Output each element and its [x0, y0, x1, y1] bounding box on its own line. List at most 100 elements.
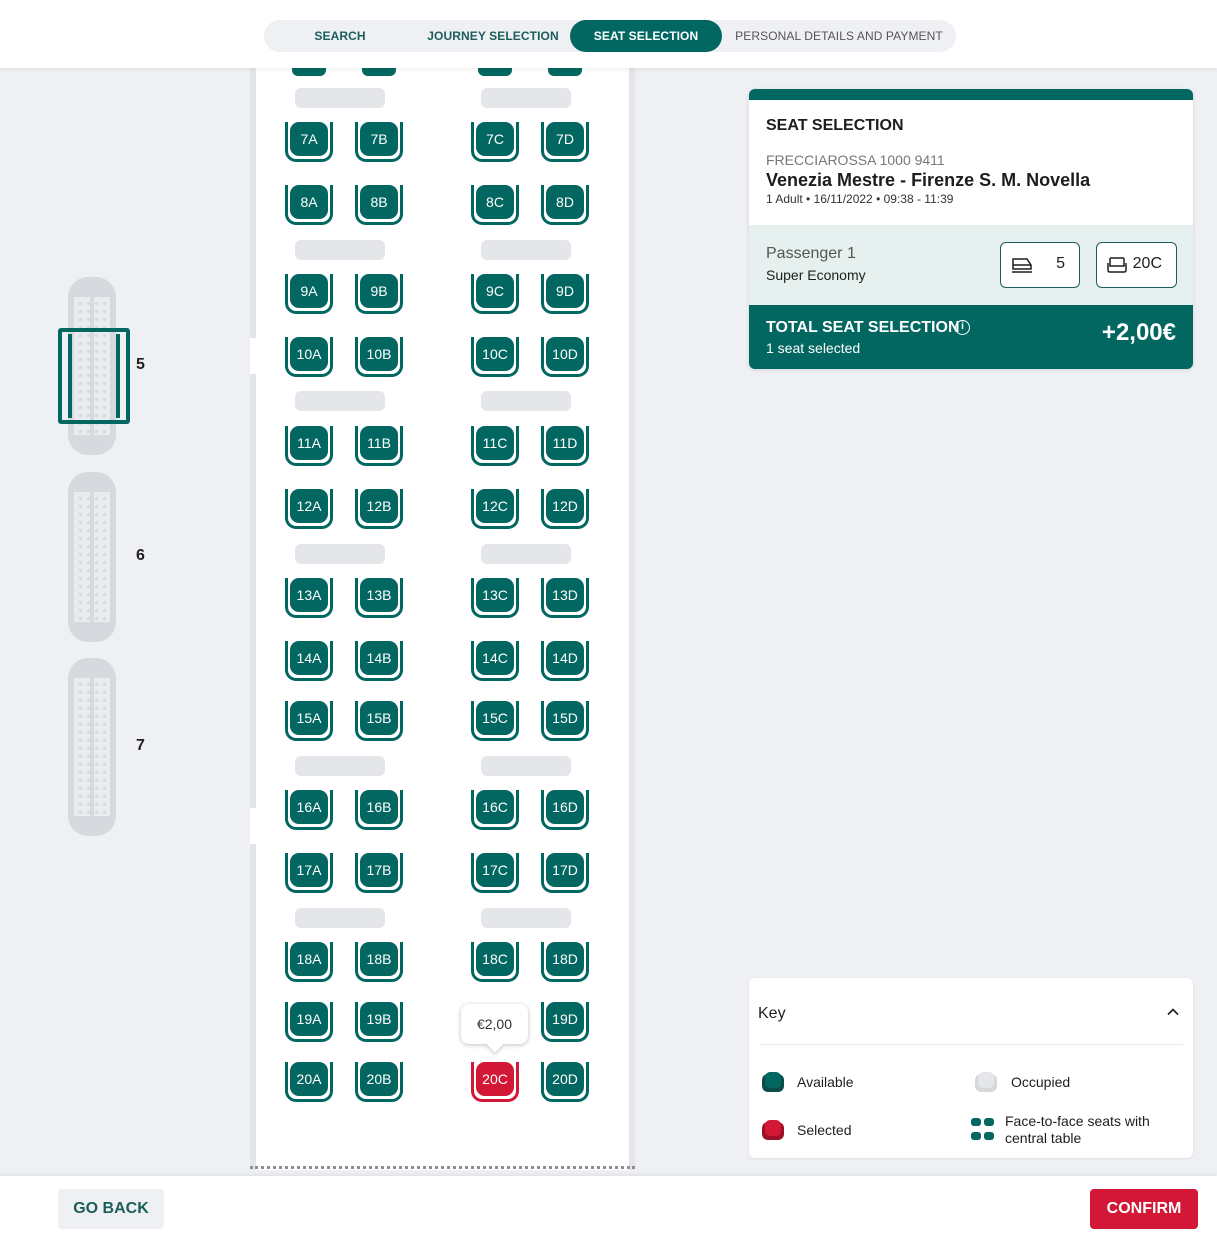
- seat-16c[interactable]: 16C: [471, 790, 519, 834]
- total-subtitle: 1 seat selected: [766, 340, 861, 356]
- seat-12c[interactable]: 12C: [471, 489, 519, 533]
- partial-seat: [478, 68, 512, 76]
- seat-16b[interactable]: 16B: [355, 790, 403, 834]
- seat-13c[interactable]: 13C: [471, 578, 519, 622]
- table: [481, 756, 571, 776]
- seat-20a[interactable]: 20A: [285, 1062, 333, 1106]
- seat-11a[interactable]: 11A: [285, 426, 333, 470]
- seat-10c[interactable]: 10C: [471, 337, 519, 381]
- summary-title: SEAT SELECTION: [766, 117, 904, 134]
- seat-12a[interactable]: 12A: [285, 489, 333, 533]
- seat-7a[interactable]: 7A: [285, 122, 333, 166]
- seat-11d[interactable]: 11D: [541, 426, 589, 470]
- partial-seat: [548, 68, 582, 76]
- seat-chip-label: 20C: [1132, 255, 1162, 272]
- seat-7b[interactable]: 7B: [355, 122, 403, 166]
- key-title: Key: [758, 1005, 786, 1022]
- table: [481, 88, 571, 108]
- seat-10a[interactable]: 10A: [285, 337, 333, 381]
- seat-20b[interactable]: 20B: [355, 1062, 403, 1106]
- seat-10b[interactable]: 10B: [355, 337, 403, 381]
- seat-12b[interactable]: 12B: [355, 489, 403, 533]
- seat-chip[interactable]: 20C: [1096, 242, 1177, 288]
- car-number-label: 6: [136, 547, 145, 564]
- route: Venezia Mestre - Firenze S. M. Novella: [766, 170, 1091, 190]
- seat-16a[interactable]: 16A: [285, 790, 333, 834]
- seat-13b[interactable]: 13B: [355, 578, 403, 622]
- seat-15c[interactable]: 15C: [471, 701, 519, 745]
- info-icon[interactable]: i: [955, 320, 970, 335]
- seat-13a[interactable]: 13A: [285, 578, 333, 622]
- seat-11b[interactable]: 11B: [355, 426, 403, 470]
- table: [481, 240, 571, 260]
- door-gap: [629, 468, 635, 504]
- confirm-button[interactable]: CONFIRM: [1090, 1189, 1198, 1229]
- seat-17d[interactable]: 17D: [541, 853, 589, 897]
- seat-9c[interactable]: 9C: [471, 274, 519, 318]
- car-7-thumbnail[interactable]: [68, 658, 116, 836]
- car-6-thumbnail[interactable]: [68, 472, 116, 642]
- selected-seat-icon: [762, 1120, 784, 1140]
- seat-13d[interactable]: 13D: [541, 578, 589, 622]
- coach-chip[interactable]: 5: [1000, 242, 1080, 288]
- seat-17b[interactable]: 17B: [355, 853, 403, 897]
- available-seat-icon: [762, 1072, 784, 1092]
- seat-9d[interactable]: 9D: [541, 274, 589, 318]
- seat-8b[interactable]: 8B: [355, 185, 403, 229]
- seat-8a[interactable]: 8A: [285, 185, 333, 229]
- door-gap: [629, 148, 635, 184]
- seat-14c[interactable]: 14C: [471, 641, 519, 685]
- key-occupied-label: Occupied: [1011, 1074, 1071, 1090]
- seat-15b[interactable]: 15B: [355, 701, 403, 745]
- total-title: TOTAL SEAT SELECTION: [766, 319, 960, 336]
- seat-19d[interactable]: 19D: [541, 1002, 589, 1046]
- seat-8d[interactable]: 8D: [541, 185, 589, 229]
- passenger-row: Passenger 1 Super Economy 5 20C: [749, 225, 1193, 305]
- seat-18a[interactable]: 18A: [285, 942, 333, 986]
- door-gap: [250, 808, 256, 844]
- step-search[interactable]: SEARCH: [264, 20, 416, 52]
- go-back-button[interactable]: GO BACK: [58, 1189, 164, 1229]
- coach-seat-map: 7A 7B 7C 7D 8A 8B 8C 8D 9A 9B 9C 9D 10A …: [250, 68, 635, 1170]
- seat-19a[interactable]: 19A: [285, 1002, 333, 1046]
- seat-14b[interactable]: 14B: [355, 641, 403, 685]
- partial-seat: [362, 68, 396, 76]
- seat-15a[interactable]: 15A: [285, 701, 333, 745]
- top-bar: SEARCH JOURNEY SELECTION SEAT SELECTION …: [0, 0, 1217, 68]
- seat-14d[interactable]: 14D: [541, 641, 589, 685]
- seat-18d[interactable]: 18D: [541, 942, 589, 986]
- seat-7c[interactable]: 7C: [471, 122, 519, 166]
- seat-18c[interactable]: 18C: [471, 942, 519, 986]
- seat-9a[interactable]: 9A: [285, 274, 333, 318]
- door-gap: [629, 883, 635, 919]
- seat-18b[interactable]: 18B: [355, 942, 403, 986]
- partial-seat: [292, 68, 326, 76]
- seat-20d[interactable]: 20D: [541, 1062, 589, 1106]
- seat-15d[interactable]: 15D: [541, 701, 589, 745]
- trip-info: 1 Adult • 16/11/2022 • 09:38 - 11:39: [766, 192, 954, 206]
- seat-12d[interactable]: 12D: [541, 489, 589, 533]
- car-number-label: 7: [136, 737, 145, 754]
- seat-19b[interactable]: 19B: [355, 1002, 403, 1046]
- step-seat-selection[interactable]: SEAT SELECTION: [570, 20, 722, 52]
- step-personal-details: PERSONAL DETAILS AND PAYMENT: [735, 29, 943, 43]
- seat-16d[interactable]: 16D: [541, 790, 589, 834]
- coach-icon: [1012, 258, 1032, 273]
- chevron-up-icon[interactable]: [1167, 1006, 1179, 1018]
- seat-14a[interactable]: 14A: [285, 641, 333, 685]
- seat-17a[interactable]: 17A: [285, 853, 333, 897]
- seat-7d[interactable]: 7D: [541, 122, 589, 166]
- table: [295, 88, 385, 108]
- seat-selection-summary: SEAT SELECTION FRECCIAROSSA 1000 9411 Ve…: [749, 89, 1193, 369]
- seat-17c[interactable]: 17C: [471, 853, 519, 897]
- seat-10d[interactable]: 10D: [541, 337, 589, 381]
- car-number-label: 5: [136, 356, 145, 373]
- seat-9b[interactable]: 9B: [355, 274, 403, 318]
- total-row: TOTAL SEAT SELECTION i 1 seat selected +…: [749, 305, 1193, 369]
- step-journey-selection[interactable]: JOURNEY SELECTION: [416, 20, 570, 52]
- seat-11c[interactable]: 11C: [471, 426, 519, 470]
- seat-20c-selected[interactable]: 20C: [471, 1062, 519, 1106]
- seat-8c[interactable]: 8C: [471, 185, 519, 229]
- table: [481, 544, 571, 564]
- progress-steps: SEARCH JOURNEY SELECTION SEAT SELECTION …: [264, 20, 956, 52]
